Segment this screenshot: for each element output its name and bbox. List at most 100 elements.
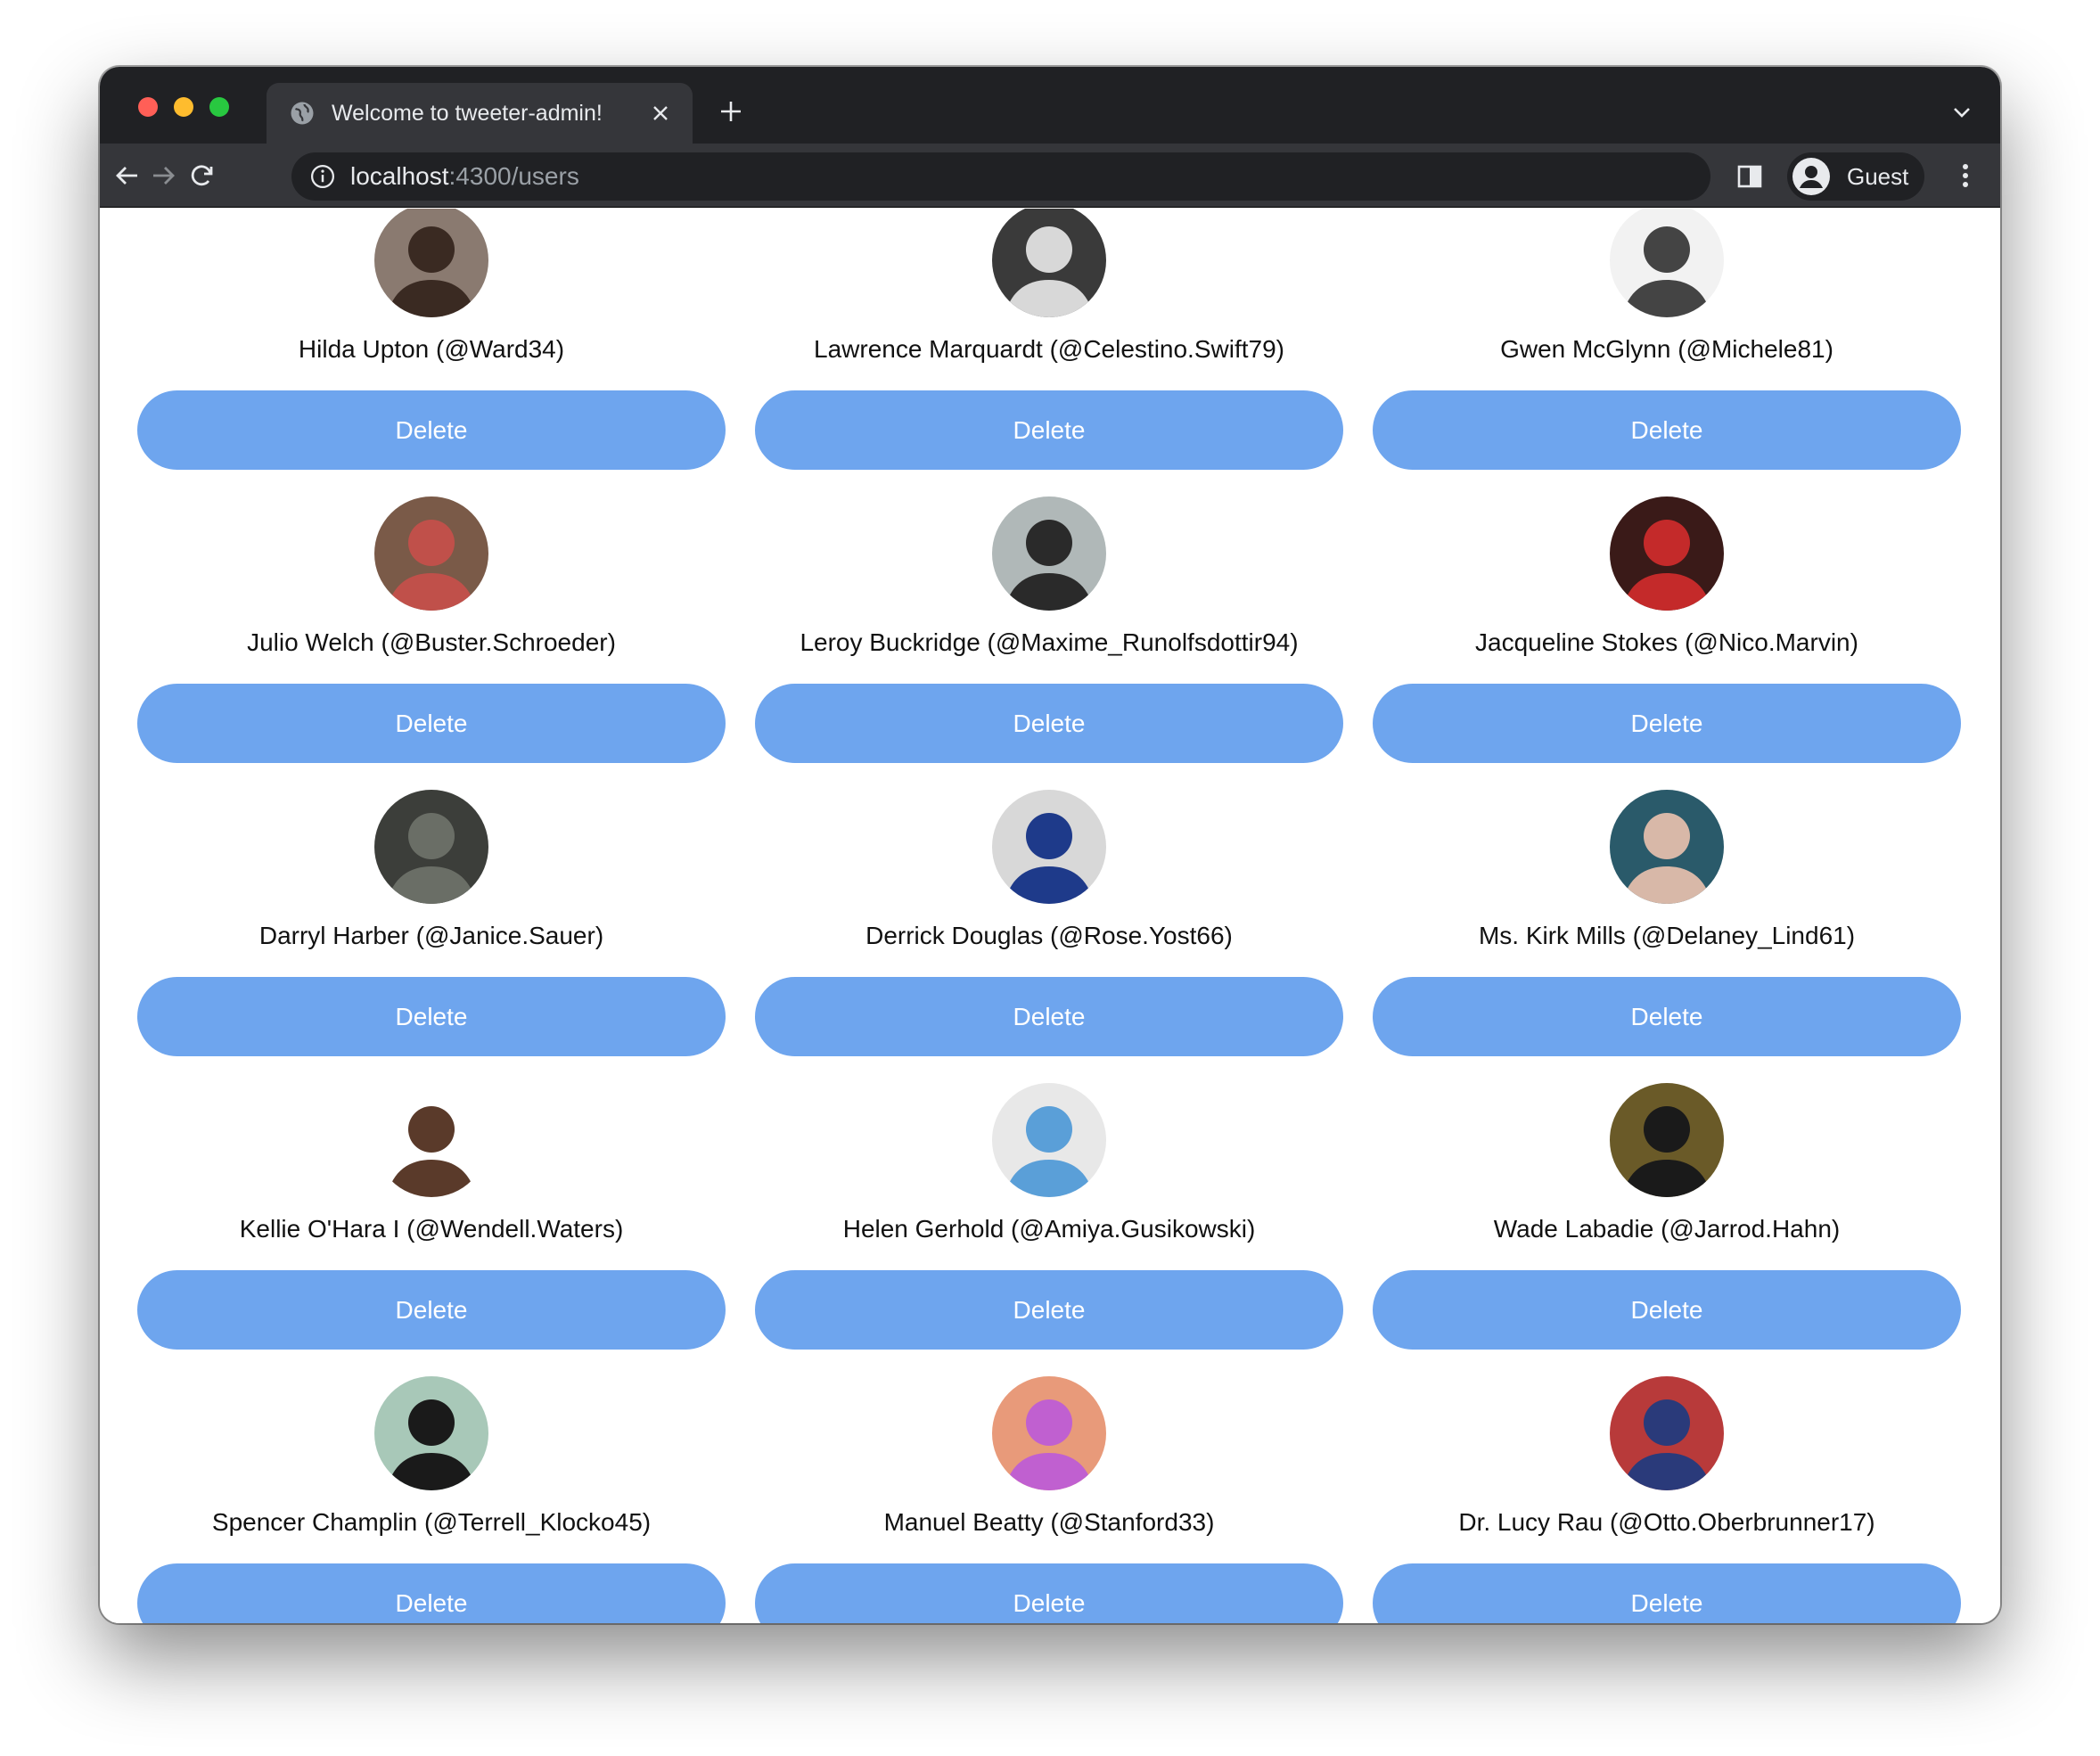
new-tab-plus-icon[interactable] <box>715 95 747 127</box>
user-card: Helen Gerhold (@Amiya.Gusikowski) Delete <box>755 1083 1343 1350</box>
user-avatar <box>1610 1376 1724 1490</box>
avatar-image <box>992 790 1106 904</box>
user-card: Julio Welch (@Buster.Schroeder) Delete <box>137 496 726 763</box>
delete-user-button[interactable]: Delete <box>137 390 726 470</box>
delete-user-button[interactable]: Delete <box>1373 1563 1961 1623</box>
user-avatar <box>992 209 1106 317</box>
avatar-image <box>1610 209 1724 317</box>
user-card: Lawrence Marquardt (@Celestino.Swift79) … <box>755 209 1343 470</box>
user-card: Gwen McGlynn (@Michele81) Delete <box>1373 209 1961 470</box>
address-bar[interactable]: localhost:4300/users <box>291 152 1710 201</box>
user-name-label: Derrick Douglas (@Rose.Yost66) <box>865 922 1233 949</box>
url-path: :4300/users <box>448 162 579 190</box>
user-name-label: Leroy Buckridge (@Maxime_Runolfsdottir94… <box>800 628 1299 656</box>
minimize-window-button[interactable] <box>174 97 193 117</box>
user-name-label: Kellie O'Hara I (@Wendell.Waters) <box>239 1215 624 1243</box>
profile-label: Guest <box>1847 162 1909 190</box>
tab-strip: Welcome to tweeter-admin! <box>100 67 2000 144</box>
avatar-image <box>374 1376 488 1490</box>
browser-window: Welcome to tweeter-admin! localhost:430… <box>100 67 2000 1623</box>
user-avatar <box>992 790 1106 904</box>
user-avatar <box>374 1376 488 1490</box>
globe-icon <box>291 102 314 125</box>
user-card: Hilda Upton (@Ward34) Delete <box>137 209 726 470</box>
user-avatar <box>992 1083 1106 1197</box>
side-panel-icon[interactable] <box>1736 163 1763 190</box>
avatar-image <box>1610 1083 1724 1197</box>
delete-user-button[interactable]: Delete <box>755 1563 1343 1623</box>
avatar-image <box>992 209 1106 317</box>
profile-button[interactable]: Guest <box>1787 152 1924 201</box>
avatar-image <box>992 1083 1106 1197</box>
avatar-image <box>1610 1376 1724 1490</box>
user-name-label: Spencer Champlin (@Terrell_Klocko45) <box>211 1508 652 1536</box>
more-menu-icon[interactable] <box>1952 160 1979 192</box>
user-card: Spencer Champlin (@Terrell_Klocko45) Del… <box>137 1376 726 1623</box>
avatar-image <box>992 1376 1106 1490</box>
user-grid: Hilda Upton (@Ward34) Delete Lawrence Ma… <box>137 209 1961 1623</box>
browser-toolbar: localhost:4300/users Guest <box>100 144 2000 208</box>
user-avatar <box>374 790 488 904</box>
user-avatar <box>992 1376 1106 1490</box>
user-name-label: Ms. Kirk Mills (@Delaney_Lind61) <box>1478 922 1856 949</box>
delete-user-button[interactable]: Delete <box>755 390 1343 470</box>
user-card: Wade Labadie (@Jarrod.Hahn) Delete <box>1373 1083 1961 1350</box>
delete-user-button[interactable]: Delete <box>1373 1270 1961 1350</box>
user-avatar <box>1610 496 1724 611</box>
delete-user-button[interactable]: Delete <box>755 684 1343 763</box>
user-avatar <box>992 496 1106 611</box>
user-name-label: Lawrence Marquardt (@Celestino.Swift79) <box>814 335 1284 363</box>
user-name-label: Manuel Beatty (@Stanford33) <box>883 1508 1215 1536</box>
page-content[interactable]: Hilda Upton (@Ward34) Delete Lawrence Ma… <box>100 209 2000 1623</box>
avatar-image <box>374 790 488 904</box>
user-card: Jacqueline Stokes (@Nico.Marvin) Delete <box>1373 496 1961 763</box>
user-card: Derrick Douglas (@Rose.Yost66) Delete <box>755 790 1343 1056</box>
zoom-window-button[interactable] <box>209 97 229 117</box>
tab-close-icon[interactable] <box>648 101 673 126</box>
tab-active[interactable]: Welcome to tweeter-admin! <box>267 83 693 144</box>
user-card: Manuel Beatty (@Stanford33) Delete <box>755 1376 1343 1623</box>
delete-user-button[interactable]: Delete <box>1373 390 1961 470</box>
info-icon[interactable] <box>309 163 336 190</box>
forward-arrow-icon[interactable] <box>148 160 180 192</box>
url-host: localhost <box>350 162 449 190</box>
avatar-image <box>374 496 488 611</box>
delete-user-button[interactable]: Delete <box>137 1563 726 1623</box>
user-card: Ms. Kirk Mills (@Delaney_Lind61) Delete <box>1373 790 1961 1056</box>
user-name-label: Darryl Harber (@Janice.Sauer) <box>258 922 604 949</box>
delete-user-button[interactable]: Delete <box>137 1270 726 1350</box>
user-name-label: Jacqueline Stokes (@Nico.Marvin) <box>1475 628 1858 656</box>
back-arrow-icon[interactable] <box>111 160 143 192</box>
user-avatar <box>374 1083 488 1197</box>
user-avatar <box>374 209 488 317</box>
user-card: Leroy Buckridge (@Maxime_Runolfsdottir94… <box>755 496 1343 763</box>
user-avatar <box>1610 1083 1724 1197</box>
avatar-image <box>374 1083 488 1197</box>
reload-icon[interactable] <box>186 160 218 192</box>
user-name-label: Julio Welch (@Buster.Schroeder) <box>247 628 616 656</box>
user-card: Darryl Harber (@Janice.Sauer) Delete <box>137 790 726 1056</box>
delete-user-button[interactable]: Delete <box>755 1270 1343 1350</box>
delete-user-button[interactable]: Delete <box>137 977 726 1056</box>
avatar-image <box>1610 496 1724 611</box>
user-avatar <box>374 496 488 611</box>
delete-user-button[interactable]: Delete <box>1373 977 1961 1056</box>
user-name-label: Dr. Lucy Rau (@Otto.Oberbrunner17) <box>1458 1508 1875 1536</box>
chevron-down-icon[interactable] <box>1950 101 1973 124</box>
delete-user-button[interactable]: Delete <box>1373 684 1961 763</box>
close-window-button[interactable] <box>138 97 158 117</box>
avatar-image <box>374 209 488 317</box>
user-name-label: Gwen McGlynn (@Michele81) <box>1500 335 1833 363</box>
user-avatar <box>1610 790 1724 904</box>
tab-title: Welcome to tweeter-admin! <box>332 100 603 126</box>
delete-user-button[interactable]: Delete <box>137 684 726 763</box>
person-icon <box>1792 158 1830 195</box>
user-avatar <box>1610 209 1724 317</box>
user-name-label: Wade Labadie (@Jarrod.Hahn) <box>1493 1215 1841 1243</box>
user-card: Kellie O'Hara I (@Wendell.Waters) Delete <box>137 1083 726 1350</box>
delete-user-button[interactable]: Delete <box>755 977 1343 1056</box>
user-name-label: Hilda Upton (@Ward34) <box>298 335 565 363</box>
user-name-label: Helen Gerhold (@Amiya.Gusikowski) <box>842 1215 1256 1243</box>
user-card: Dr. Lucy Rau (@Otto.Oberbrunner17) Delet… <box>1373 1376 1961 1623</box>
avatar-image <box>1610 790 1724 904</box>
